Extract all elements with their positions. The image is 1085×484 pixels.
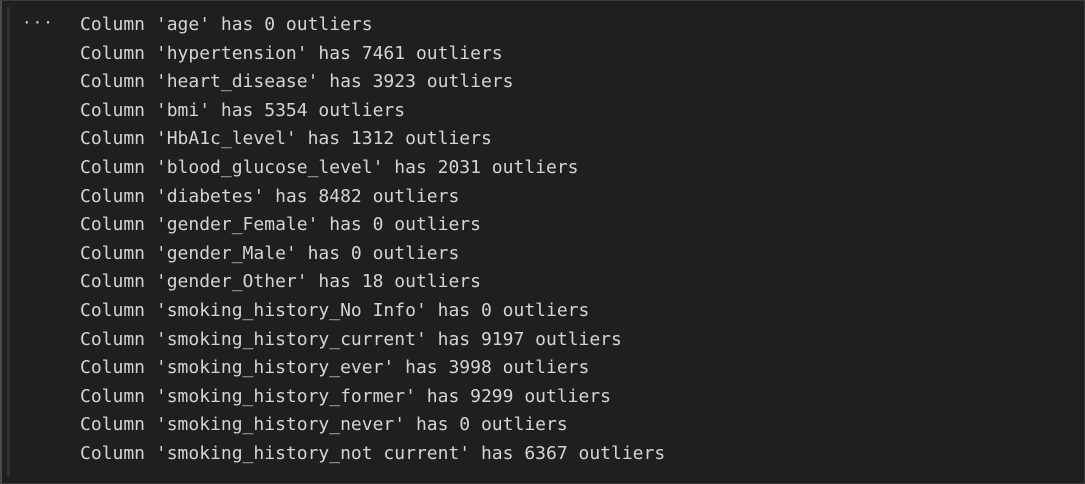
- output-line: Column 'heart_disease' has 3923 outliers: [80, 71, 514, 93]
- output-line: Column 'smoking_history_current' has 919…: [80, 328, 622, 350]
- output-line: Column 'blood_glucose_level' has 2031 ou…: [80, 156, 579, 178]
- output-line: Column 'gender_Female' has 0 outliers: [80, 214, 481, 236]
- output-line: Column 'gender_Male' has 0 outliers: [80, 242, 460, 264]
- notebook-cell-output: ··· Column 'age' has 0 outliers Column '…: [0, 0, 1085, 484]
- output-line: Column 'smoking_history_never' has 0 out…: [80, 414, 568, 436]
- output-line: Column 'gender_Other' has 18 outliers: [80, 271, 481, 293]
- output-line: Column 'diabetes' has 8482 outliers: [80, 185, 460, 207]
- output-line: Column 'smoking_history_No Info' has 0 o…: [80, 299, 590, 321]
- cell-left-rail: [7, 7, 10, 477]
- output-line: Column 'age' has 0 outliers: [80, 14, 373, 35]
- output-text-area: Column 'age' has 0 outliers Column 'hype…: [80, 11, 1074, 469]
- output-line: Column 'smoking_history_former' has 9299…: [80, 385, 612, 407]
- output-line: Column 'smoking_history_not current' has…: [80, 442, 666, 464]
- output-line: Column 'hypertension' has 7461 outliers: [80, 42, 503, 64]
- output-more-actions-button[interactable]: ···: [22, 14, 53, 32]
- output-line: Column 'bmi' has 5354 outliers: [80, 99, 406, 121]
- output-line: Column 'smoking_history_ever' has 3998 o…: [80, 357, 590, 379]
- output-line: Column 'HbA1c_level' has 1312 outliers: [80, 128, 492, 150]
